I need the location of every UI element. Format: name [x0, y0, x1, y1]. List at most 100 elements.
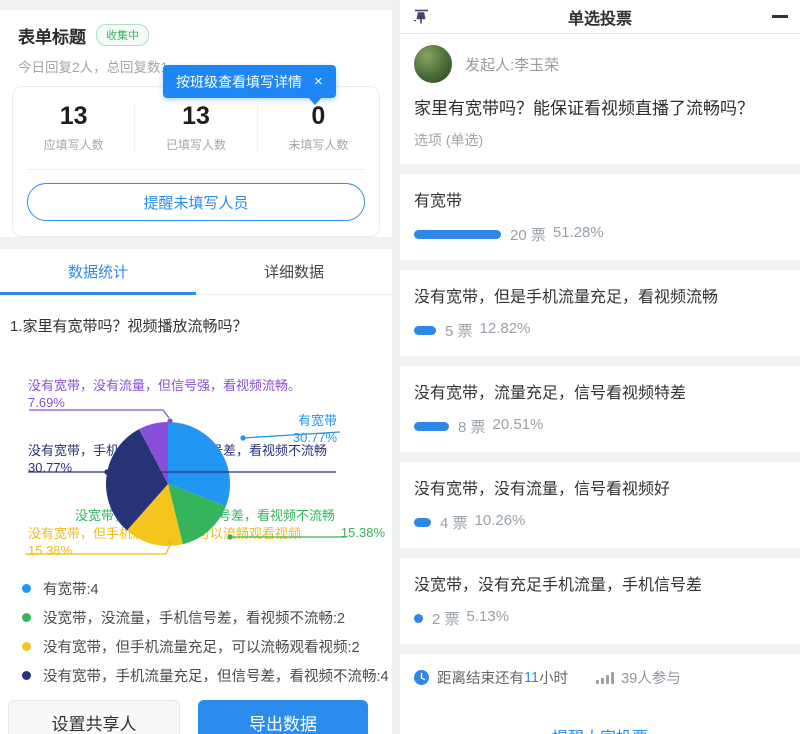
countdown-prefix: 距离结束还有 — [437, 667, 524, 688]
stat-value: 13 — [135, 103, 256, 129]
stat-label: 未填写人数 — [258, 136, 379, 153]
participants-count: 39人参与 — [621, 667, 681, 688]
export-data-button[interactable]: 导出数据 — [198, 700, 368, 734]
option-label: 没有宽带，没有流量，信号看视频好 — [414, 475, 786, 499]
form-header: 表单标题 收集中 今日回复2人，总回复数1 按班级查看填写详情 × 13 应填写… — [0, 10, 392, 237]
callout-purple: 没有宽带，没有流量，但信号强，看视频流畅。 7.69% — [28, 377, 301, 411]
vote-count: 5 票 — [445, 320, 473, 341]
panel-divider — [392, 0, 400, 734]
stat-expected: 13 应填写人数 — [13, 103, 135, 153]
vote-numbers: 8 票 20.51% — [458, 416, 543, 437]
callout-yellow: 没有宽带，但手机流量充足，可以流畅观看视频 15.38% — [28, 525, 301, 559]
callout-text: 没有宽带，但手机流量充足，可以流畅观看视频 — [28, 526, 301, 541]
section-gap — [0, 237, 392, 249]
tab-bar: 数据统计 详细数据 — [0, 249, 392, 295]
callout-text: 没有宽带，没有流量，但信号强，看视频流畅。 — [28, 378, 301, 393]
minimize-icon[interactable] — [772, 15, 788, 18]
chart-legend: 有宽带:4 没宽带，没流量，手机信号差，看视频不流畅:2 没有宽带，但手机流量充… — [22, 574, 392, 690]
vote-numbers: 5 票 12.82% — [445, 320, 530, 341]
vote-bar — [414, 422, 449, 431]
callout-dot — [167, 418, 172, 423]
legend-text: 没有宽带，但手机流量充足，可以流畅观看视频:2 — [43, 636, 360, 657]
callout-text: 有宽带 — [298, 413, 337, 428]
divider — [27, 169, 365, 170]
option-label: 没宽带，没有充足手机流量，手机信号差 — [414, 571, 786, 595]
legend-text: 没宽带，没流量，手机信号差，看视频不流畅:2 — [43, 607, 345, 628]
option-label: 没有宽带，但是手机流量充足，看视频流畅 — [414, 283, 786, 307]
legend-dot — [22, 642, 31, 651]
legend-dot — [22, 613, 31, 622]
vote-option-1[interactable]: 有宽带 20 票 51.28% — [400, 174, 800, 260]
options-label: 选项 (单选) — [414, 130, 786, 152]
vote-numbers: 20 票 51.28% — [510, 224, 604, 245]
vote-title: 单选投票 — [400, 5, 800, 29]
vote-header: 单选投票 — [400, 0, 800, 34]
chart-question: 1.家里有宽带吗？视频播放流畅吗？ — [10, 315, 382, 336]
vote-count: 20 票 — [510, 224, 546, 245]
pin-icon[interactable] — [412, 8, 430, 26]
callout-dot — [240, 435, 245, 440]
footer-buttons: 设置共享人 导出数据 — [8, 700, 368, 734]
stat-filled: 13 已填写人数 — [135, 103, 257, 153]
vote-count: 4 票 — [440, 512, 468, 533]
vote-count: 8 票 — [458, 416, 486, 437]
vote-option-4[interactable]: 没有宽带，没有流量，信号看视频好 4 票 10.26% — [400, 462, 800, 548]
callout-blue: 有宽带 30.77% — [293, 412, 337, 446]
pie-chart-area: 没有宽带，没有流量，但信号强，看视频流畅。 7.69% 有宽带 30.77% 没… — [0, 358, 392, 568]
legend-item: 没宽带，没流量，手机信号差，看视频不流畅:2 — [22, 603, 392, 632]
callout-navy: 没有宽带，手机流量充足，但信号差，看视频不流畅 30.77% — [28, 442, 327, 476]
vote-bar — [414, 518, 431, 527]
tooltip-pointer — [308, 97, 322, 105]
remind-vote-link[interactable]: 提醒大家投票 — [414, 724, 786, 734]
initiator-label: 发起人:李玉荣 — [465, 54, 559, 75]
stat-label: 已填写人数 — [135, 136, 256, 153]
callout-text: 没有宽带，手机流量充足，但信号差，看视频不流畅 — [28, 443, 327, 458]
vote-option-2[interactable]: 没有宽带，但是手机流量充足，看视频流畅 5 票 12.82% — [400, 270, 800, 356]
legend-dot — [22, 584, 31, 593]
close-icon[interactable]: × — [314, 73, 323, 90]
callout-pct: 7.69% — [28, 394, 301, 411]
countdown-suffix: 小时 — [539, 667, 568, 688]
vote-footer-card: 距离结束还有11小时 39人参与 提醒大家投票 — [400, 654, 800, 734]
set-sharer-button[interactable]: 设置共享人 — [8, 700, 180, 734]
legend-item: 没有宽带，手机流量充足，但信号差，看视频不流畅:4 — [22, 661, 392, 690]
remind-unfilled-button[interactable]: 提醒未填写人员 — [27, 183, 365, 221]
callout-pct: 15.38% — [28, 542, 301, 559]
page-title: 表单标题 — [18, 23, 86, 48]
vote-option-3[interactable]: 没有宽带，流量充足，信号看视频特差 8 票 20.51% — [400, 366, 800, 452]
callout-leader-line — [29, 410, 169, 418]
vote-numbers: 4 票 10.26% — [440, 512, 525, 533]
vote-bar — [414, 614, 423, 623]
vote-percent: 5.13% — [467, 608, 510, 629]
vote-percent: 10.26% — [475, 512, 526, 533]
status-badge: 收集中 — [96, 24, 149, 46]
vote-bar — [414, 230, 501, 239]
vote-bar — [414, 326, 436, 335]
bar-chart-icon — [596, 672, 614, 684]
stat-unfilled: 0 未填写人数 — [258, 103, 379, 153]
vote-option-5[interactable]: 没宽带，没有充足手机流量，手机信号差 2 票 5.13% — [400, 558, 800, 644]
class-detail-tooltip[interactable]: 按班级查看填写详情 × — [163, 65, 336, 98]
tab-data-statistics[interactable]: 数据统计 — [0, 249, 196, 294]
option-label: 没有宽带，流量充足，信号看视频特差 — [414, 379, 786, 403]
callout-pct: 30.77% — [28, 459, 327, 476]
legend-item: 没有宽带，但手机流量充足，可以流畅观看视频:2 — [22, 632, 392, 661]
form-stats-panel: 表单标题 收集中 今日回复2人，总回复数1 按班级查看填写详情 × 13 应填写… — [0, 0, 392, 734]
stats-card: 13 应填写人数 13 已填写人数 0 未填写人数 提醒未填写人员 — [12, 86, 380, 237]
vote-panel: 单选投票 发起人:李玉荣 家里有宽带吗？能保证看视频直播了流畅吗？ 选项 (单选… — [400, 0, 800, 734]
tab-detailed-data[interactable]: 详细数据 — [196, 249, 392, 294]
callout-text: 没宽带，没流量，手机信号差，看视频不流畅 — [75, 508, 335, 523]
top-strip — [0, 0, 392, 10]
legend-text: 没有宽带，手机流量充足，但信号差，看视频不流畅:4 — [43, 665, 389, 686]
option-label: 有宽带 — [414, 187, 786, 211]
vote-numbers: 2 票 5.13% — [432, 608, 509, 629]
vote-body: 发起人:李玉荣 家里有宽带吗？能保证看视频直播了流畅吗？ 选项 (单选) 有宽带… — [400, 34, 800, 734]
avatar — [414, 45, 452, 83]
legend-dot — [22, 671, 31, 680]
vote-percent: 12.82% — [480, 320, 531, 341]
vote-question: 家里有宽带吗？能保证看视频直播了流畅吗？ — [414, 96, 786, 121]
clock-icon — [414, 670, 429, 685]
stat-value: 13 — [13, 103, 134, 129]
app-root: 表单标题 收集中 今日回复2人，总回复数1 按班级查看填写详情 × 13 应填写… — [0, 0, 800, 734]
vote-info-card: 发起人:李玉荣 家里有宽带吗？能保证看视频直播了流畅吗？ 选项 (单选) — [400, 34, 800, 164]
